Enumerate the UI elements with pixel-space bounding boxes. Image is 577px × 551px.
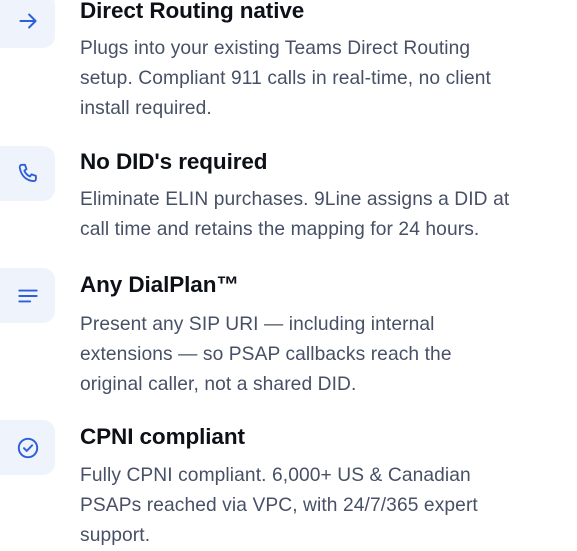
phone-icon: [18, 163, 37, 182]
description-line: PSAPs reached via VPC, with 24/7/365 exp…: [80, 495, 478, 516]
feature-title: Direct Routing native: [80, 0, 305, 23]
feature-title: Any DialPlan™: [80, 272, 239, 297]
description-line: support.: [80, 525, 151, 546]
feature-title: CPNI compliant: [80, 424, 245, 449]
feature-description: Fully CPNI compliant. 6,000+ US & Canadi…: [80, 461, 570, 551]
description-line: setup. Compliant 911 calls in real-time,…: [80, 68, 491, 89]
feature-description: Plugs into your existing Teams Direct Ro…: [80, 34, 570, 124]
description-line: Fully CPNI compliant. 6,000+ US & Canadi…: [80, 465, 471, 486]
feature-description: Eliminate ELIN purchases. 9Line assigns …: [80, 185, 570, 245]
description-line: Present any SIP URI — including internal: [80, 314, 435, 335]
description-line: call time and retains the mapping for 24…: [80, 219, 480, 240]
feature-icon-box: [0, 268, 55, 323]
feature-description: Present any SIP URI — including internal…: [80, 310, 570, 400]
description-line: original caller, not a shared DID.: [80, 374, 357, 395]
description-line: extensions — so PSAP callbacks reach the: [80, 344, 452, 365]
feature-icon-box: [0, 0, 55, 48]
check-circle-icon: [17, 437, 38, 458]
feature-title: No DID's required: [80, 149, 268, 174]
description-line: Plugs into your existing Teams Direct Ro…: [80, 38, 471, 59]
feature-icon-box: [0, 146, 55, 201]
arrow-right-icon: [18, 13, 37, 28]
feature-icon-box: [0, 420, 55, 475]
description-line: install required.: [80, 98, 212, 119]
menu-lines-icon: [17, 289, 38, 302]
description-line: Eliminate ELIN purchases. 9Line assigns …: [80, 189, 510, 210]
